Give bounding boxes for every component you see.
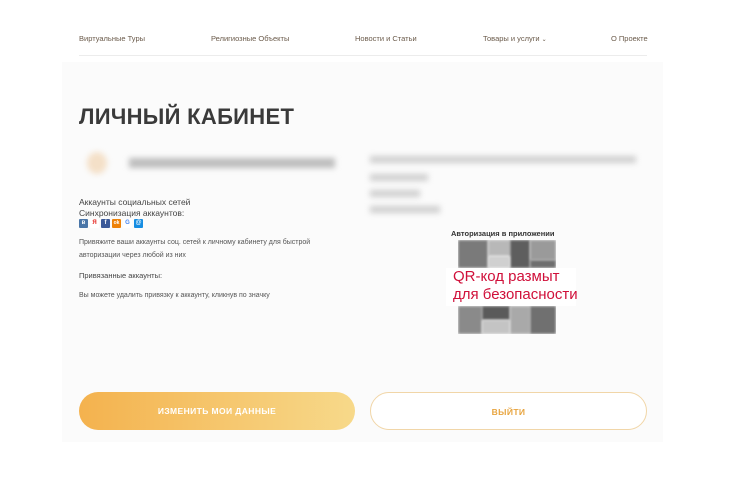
nav-item-goods-services[interactable]: Товары и услуги ⌄ xyxy=(483,34,547,43)
qr-cell xyxy=(482,320,510,334)
social-icons-row: в Я f ok G @ xyxy=(79,219,143,229)
nav-item-news[interactable]: Новости и Статьи xyxy=(355,34,417,43)
qr-cell xyxy=(530,240,556,260)
avatar xyxy=(87,152,107,174)
chevron-down-icon: ⌄ xyxy=(541,37,547,43)
app-auth-label: Авторизация в приложении xyxy=(451,229,555,238)
nav-item-about[interactable]: О Проекте xyxy=(611,34,648,43)
mailru-icon[interactable]: @ xyxy=(134,219,143,228)
blurred-line xyxy=(370,190,420,197)
qr-cell xyxy=(510,306,530,334)
yandex-icon[interactable]: Я xyxy=(90,219,99,228)
blurred-profile-header xyxy=(79,146,341,180)
google-icon[interactable]: G xyxy=(123,219,132,228)
qr-cell xyxy=(458,306,482,334)
nav-item-religious-objects[interactable]: Религиозные Объекты xyxy=(211,34,289,43)
sync-accounts-label: Синхронизация аккаунтов: xyxy=(79,208,185,218)
blurred-user-info xyxy=(366,152,638,222)
blurred-line xyxy=(370,156,636,163)
facebook-icon[interactable]: f xyxy=(101,219,110,228)
qr-cell xyxy=(458,240,488,268)
remove-link-hint: Вы можете удалить привязку к аккаунту, к… xyxy=(79,292,270,299)
social-hint-text: Привяжите ваши аккаунты соц. сетей к лич… xyxy=(79,239,311,259)
odnoklassniki-icon[interactable]: ok xyxy=(112,219,121,228)
qr-cell xyxy=(482,306,510,320)
social-accounts-title: Аккаунты социальных сетей xyxy=(79,197,191,207)
qr-redaction-note: QR-код размыт для безопасности xyxy=(453,268,578,304)
blurred-user-name xyxy=(129,158,335,168)
qr-cell xyxy=(530,260,556,268)
nav-item-virtual-tours[interactable]: Виртуальные Туры xyxy=(79,34,145,43)
redaction-line-1: QR-код размыт xyxy=(453,268,560,285)
edit-profile-button[interactable]: ИЗМЕНИТЬ МОИ ДАННЫЕ xyxy=(79,392,355,430)
nav-item-label: Товары и услуги xyxy=(483,34,540,43)
page-title: ЛИЧНЫЙ КАБИНЕТ xyxy=(79,104,295,129)
qr-cell xyxy=(510,240,530,268)
blurred-line xyxy=(370,174,428,181)
blurred-line xyxy=(370,206,440,213)
linked-accounts-label: Привязанные аккаунты: xyxy=(79,271,163,280)
vk-icon[interactable]: в xyxy=(79,219,88,228)
qr-cell xyxy=(488,256,510,268)
qr-cell xyxy=(488,240,510,256)
redaction-line-2: для безопасности xyxy=(453,286,578,303)
logout-button[interactable]: ВЫЙТИ xyxy=(370,392,647,430)
qr-cell xyxy=(530,306,556,334)
top-navigation: Виртуальные Туры Религиозные Объекты Нов… xyxy=(79,0,648,56)
